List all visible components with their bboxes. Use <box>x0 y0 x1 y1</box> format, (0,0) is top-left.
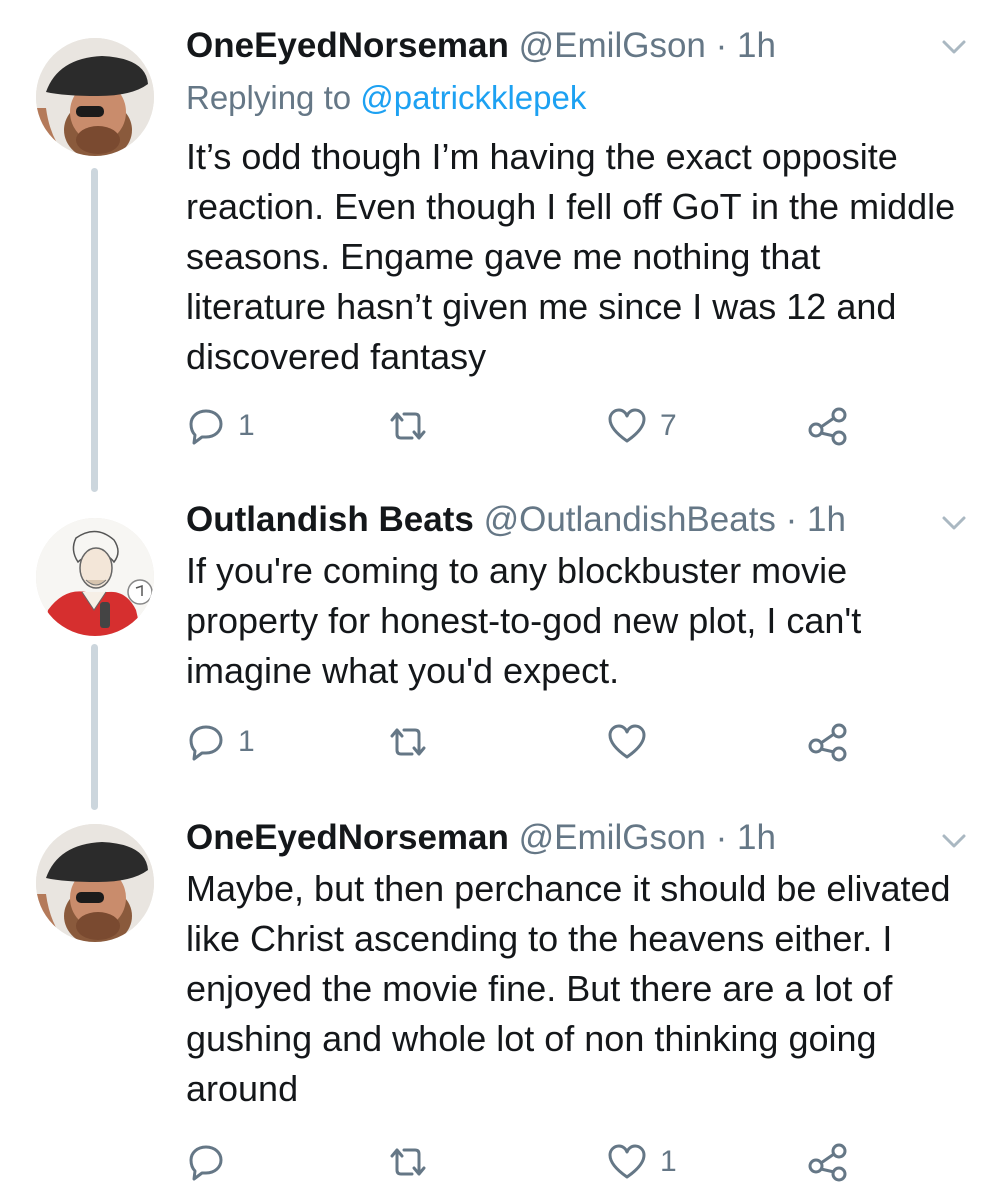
reply-button[interactable]: 1 <box>186 404 255 448</box>
mention-link[interactable]: @patrickklepek <box>360 79 586 116</box>
author-name[interactable]: OneEyedNorseman <box>186 26 509 65</box>
thread-line <box>91 644 98 810</box>
reply-icon <box>186 1142 226 1182</box>
retweet-button[interactable] <box>386 720 442 764</box>
avatar[interactable] <box>36 518 154 636</box>
retweet-icon <box>386 722 430 762</box>
author-handle[interactable]: @EmilGson <box>519 818 706 857</box>
tweet[interactable]: OneEyedNorseman @EmilGson · 1h Maybe, bu… <box>0 802 994 1200</box>
reply-icon <box>186 722 226 762</box>
timestamp[interactable]: 1h <box>807 500 846 539</box>
timestamp[interactable]: 1h <box>737 26 776 65</box>
separator-dot: · <box>715 26 728 65</box>
share-button[interactable] <box>806 720 850 764</box>
share-icon <box>806 406 850 446</box>
reply-icon <box>186 406 226 446</box>
author-handle[interactable]: @OutlandishBeats <box>484 500 776 539</box>
like-button[interactable] <box>606 720 660 764</box>
chevron-down-icon[interactable] <box>938 512 970 534</box>
share-button[interactable] <box>806 1140 850 1184</box>
tweet-actions: 1 <box>186 720 886 764</box>
author-handle[interactable]: @EmilGson <box>519 26 706 65</box>
avatar[interactable] <box>36 824 154 942</box>
thread-line <box>91 168 98 492</box>
tweet-header: OneEyedNorseman @EmilGson · 1h <box>186 816 776 860</box>
separator-dot: · <box>715 818 728 857</box>
like-icon <box>606 1142 648 1182</box>
reply-button[interactable]: 1 <box>186 720 255 764</box>
retweet-button[interactable] <box>386 1140 442 1184</box>
share-button[interactable] <box>806 404 850 448</box>
tweet-header: Outlandish Beats @OutlandishBeats · 1h <box>186 498 846 542</box>
author-name[interactable]: OneEyedNorseman <box>186 818 509 857</box>
replying-to: Replying to @patrickklepek <box>186 76 586 120</box>
tweet[interactable]: OneEyedNorseman @EmilGson · 1h Replying … <box>0 0 994 492</box>
tweet[interactable]: Outlandish Beats @OutlandishBeats · 1h I… <box>0 490 994 810</box>
tweet-header: OneEyedNorseman @EmilGson · 1h <box>186 24 776 68</box>
retweet-button[interactable] <box>386 404 442 448</box>
like-icon <box>606 406 648 446</box>
share-icon <box>806 1142 850 1182</box>
like-button[interactable]: 1 <box>606 1140 677 1184</box>
reply-button[interactable] <box>186 1140 238 1184</box>
tweet-text: Maybe, but then perchance it should be e… <box>186 868 951 1109</box>
like-icon <box>606 722 648 762</box>
timestamp[interactable]: 1h <box>737 818 776 857</box>
like-count: 7 <box>660 409 677 442</box>
chevron-down-icon[interactable] <box>938 36 970 58</box>
author-name[interactable]: Outlandish Beats <box>186 500 474 539</box>
like-count: 1 <box>660 1145 677 1178</box>
retweet-icon <box>386 1142 430 1182</box>
conversation-thread: OneEyedNorseman @EmilGson · 1h Replying … <box>0 0 994 1200</box>
separator-dot: · <box>785 500 798 539</box>
tweet-text: If you're coming to any blockbuster movi… <box>186 550 862 691</box>
reply-count: 1 <box>238 409 255 442</box>
tweet-actions: 1 <box>186 1140 886 1184</box>
tweet-text: It’s odd though I’m having the exact opp… <box>186 136 956 377</box>
avatar[interactable] <box>36 38 154 156</box>
tweet-actions: 1 7 <box>186 404 886 448</box>
share-icon <box>806 722 850 762</box>
replying-to-label: Replying to <box>186 79 361 116</box>
reply-count: 1 <box>238 725 255 758</box>
retweet-icon <box>386 406 430 446</box>
like-button[interactable]: 7 <box>606 404 677 448</box>
chevron-down-icon[interactable] <box>938 830 970 852</box>
